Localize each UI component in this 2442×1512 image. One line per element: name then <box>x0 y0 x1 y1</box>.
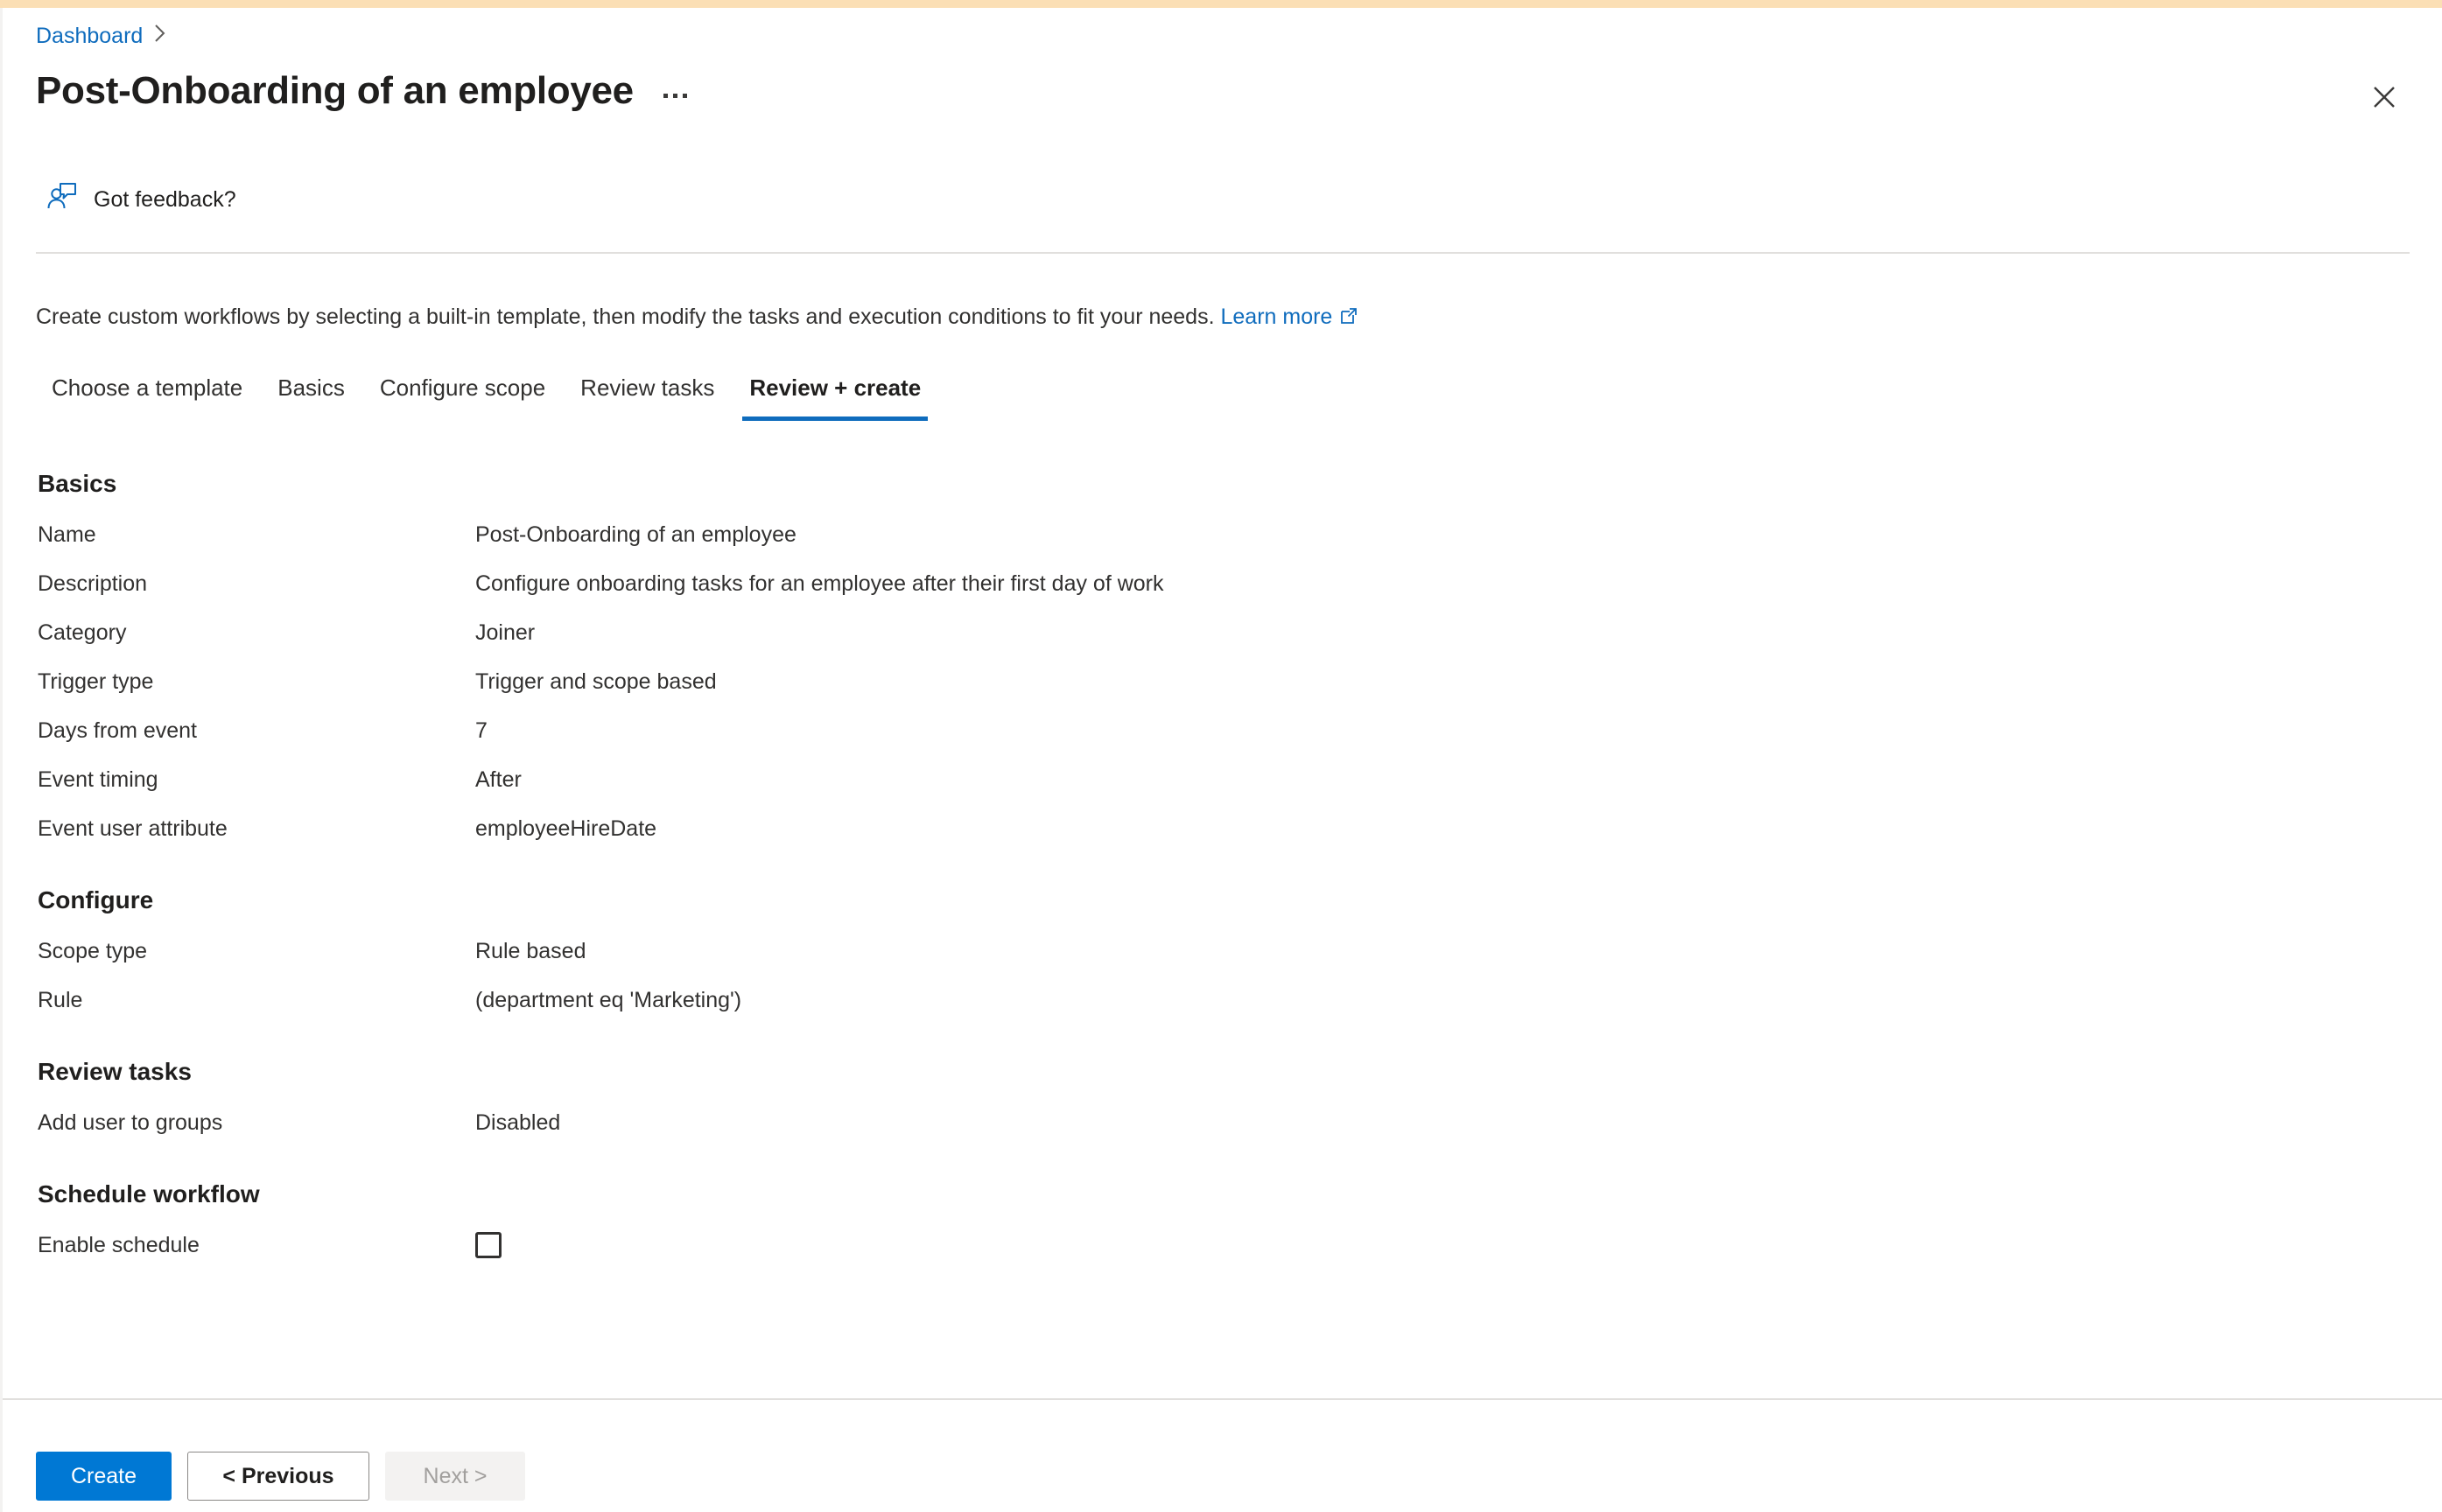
field-row-trigger-type: Trigger type Trigger and scope based <box>38 668 2442 695</box>
field-value: Rule based <box>475 939 586 963</box>
field-value: (department eq 'Marketing') <box>475 988 742 1012</box>
field-value: Trigger and scope based <box>475 669 717 694</box>
tab-label: Choose a template <box>52 374 243 401</box>
got-feedback-button[interactable]: Got feedback? <box>45 179 236 219</box>
title-row: Post-Onboarding of an employee <box>36 67 694 115</box>
field-label: Trigger type <box>38 669 154 694</box>
previous-button[interactable]: < Previous <box>187 1452 369 1501</box>
page-description: Create custom workflows by selecting a b… <box>36 303 1358 332</box>
field-row-event-timing: Event timing After <box>38 766 2442 793</box>
next-button: Next > <box>385 1452 525 1501</box>
field-row-scope-type: Scope type Rule based <box>38 938 2442 964</box>
field-label: Event user attribute <box>38 816 228 841</box>
got-feedback-label: Got feedback? <box>94 186 236 212</box>
tab-configure-scope[interactable]: Configure scope <box>362 370 563 421</box>
section-title-basics: Basics <box>38 470 117 497</box>
field-row-category: Category Joiner <box>38 620 2442 646</box>
review-content: Basics Name Post-Onboarding of an employ… <box>3 469 2442 1258</box>
breadcrumb: Dashboard <box>36 22 169 49</box>
field-value: Configure onboarding tasks for an employ… <box>475 571 1164 596</box>
field-label: Enable schedule <box>38 1233 200 1257</box>
wizard-tabs: Choose a template Basics Configure scope… <box>34 370 938 421</box>
create-button[interactable]: Create <box>36 1452 172 1501</box>
enable-schedule-checkbox-wrap <box>475 1232 502 1258</box>
tab-label: Review tasks <box>580 374 715 401</box>
tab-label: Configure scope <box>379 374 546 401</box>
field-row-enable-schedule: Enable schedule <box>38 1232 2442 1258</box>
wizard-footer: Create < Previous Next > <box>36 1452 525 1501</box>
breadcrumb-item-dashboard[interactable]: Dashboard <box>36 23 143 49</box>
footer-divider <box>3 1398 2442 1400</box>
field-value: employeeHireDate <box>475 816 657 841</box>
field-row-rule: Rule (department eq 'Marketing') <box>38 987 2442 1013</box>
section-title-review-tasks: Review tasks <box>38 1058 192 1085</box>
field-value: Post-Onboarding of an employee <box>475 522 796 547</box>
ellipsis-dot-icon <box>682 93 687 98</box>
close-icon <box>2371 84 2397 110</box>
field-label: Category <box>38 620 127 645</box>
page-description-text: Create custom workflows by selecting a b… <box>36 304 1215 329</box>
tab-review-tasks[interactable]: Review tasks <box>563 370 732 421</box>
field-label: Rule <box>38 988 83 1012</box>
ellipsis-dot-icon <box>663 93 668 98</box>
page-title: Post-Onboarding of an employee <box>36 69 634 112</box>
section-title-configure: Configure <box>38 886 154 914</box>
tab-basics[interactable]: Basics <box>260 370 362 421</box>
field-label: Add user to groups <box>38 1110 223 1135</box>
field-value: Joiner <box>475 620 536 645</box>
tab-label: Review + create <box>749 374 922 401</box>
external-link-icon[interactable] <box>1339 304 1358 332</box>
tab-label: Basics <box>277 374 345 401</box>
close-button[interactable] <box>2363 76 2405 118</box>
header-divider <box>36 252 2410 254</box>
more-options-button[interactable] <box>656 85 694 107</box>
field-label: Description <box>38 571 148 596</box>
chevron-right-icon <box>151 22 169 49</box>
feedback-person-icon <box>45 179 80 219</box>
learn-more-link[interactable]: Learn more <box>1220 304 1332 329</box>
field-row-add-user-to-groups: Add user to groups Disabled <box>38 1110 2442 1136</box>
field-row-name: Name Post-Onboarding of an employee <box>38 522 2442 548</box>
field-label: Scope type <box>38 939 148 963</box>
section-title-schedule-workflow: Schedule workflow <box>38 1180 260 1208</box>
tab-review-create[interactable]: Review + create <box>732 370 938 421</box>
blade-panel: Dashboard Post-Onboarding of an employee <box>0 8 2442 1512</box>
field-row-description: Description Configure onboarding tasks f… <box>38 570 2442 597</box>
ellipsis-dot-icon <box>672 93 677 98</box>
tab-choose-a-template[interactable]: Choose a template <box>34 370 260 421</box>
field-label: Event timing <box>38 767 158 792</box>
field-value: Disabled <box>475 1110 561 1135</box>
field-value: 7 <box>475 718 488 743</box>
field-row-days-from-event: Days from event 7 <box>38 718 2442 744</box>
field-label: Days from event <box>38 718 198 743</box>
field-value: After <box>475 767 522 792</box>
field-row-event-user-attribute: Event user attribute employeeHireDate <box>38 816 2442 842</box>
enable-schedule-checkbox[interactable] <box>475 1232 502 1258</box>
top-accent-bar <box>0 0 2442 8</box>
field-label: Name <box>38 522 96 547</box>
